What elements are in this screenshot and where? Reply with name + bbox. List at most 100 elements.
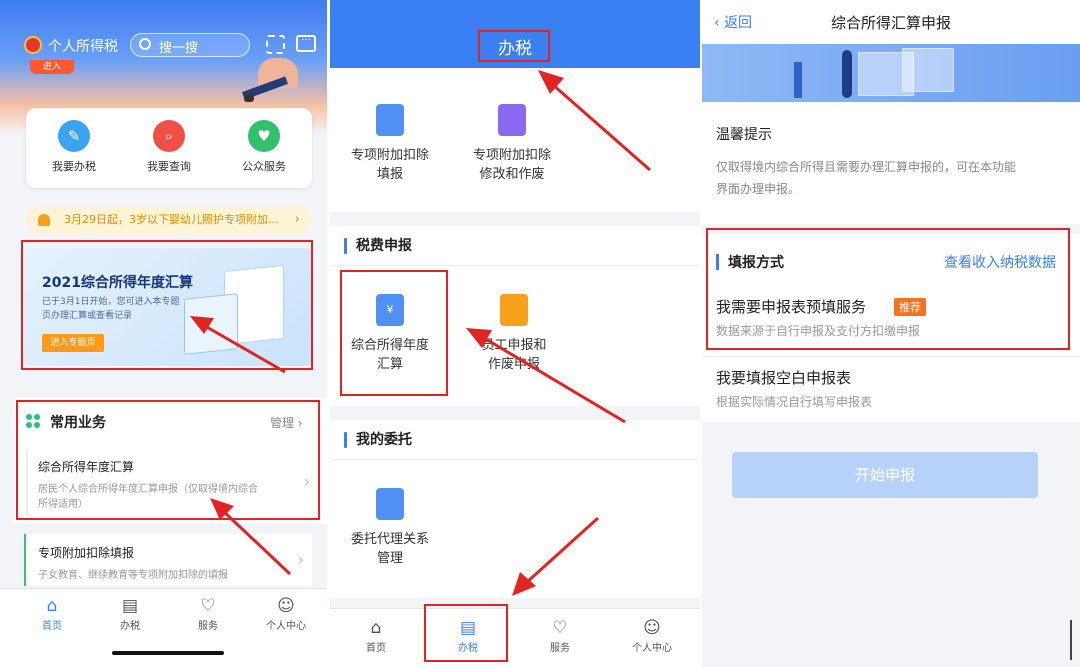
tab-label: 个人中心 (632, 643, 672, 654)
quick-action-service[interactable]: ♥ 公众服务 (224, 120, 304, 174)
tip-text: 界面办理申报。 (716, 182, 801, 196)
search-icon: ⌕ (153, 120, 185, 152)
section-title-label: 我的委托 (356, 432, 412, 448)
section-title-entrust: 我的委托 (330, 420, 700, 460)
tab-bar: ⌂ 首页 ▤ 办税 ♡ 服务 ☺ 个人中心 (0, 588, 327, 667)
quick-action-tax[interactable]: ✎ 我要办税 (34, 120, 114, 174)
grid-item-label: 员工申报和 (481, 338, 547, 353)
hero-enter-label: 进入 (42, 62, 61, 72)
home-screen: 个人所得税 搜一搜 ··· 进入 ✎ 我要办税 ⌕ 我要查询 ♥ 公众服务 3月… (0, 0, 327, 667)
status-bar-area (330, 0, 700, 20)
highlight-box (340, 270, 448, 396)
scan-icon[interactable] (266, 35, 285, 54)
search-box[interactable]: 搜一搜 (130, 33, 250, 57)
start-declaration-button[interactable]: 开始申报 (732, 452, 1038, 498)
chart-board-illustration (902, 48, 954, 92)
option-desc: 根据实际情况自行填写申报表 (716, 395, 873, 409)
option-title: 我要填报空白申报表 (716, 369, 852, 387)
bottom-area: 开始申报 (702, 422, 1080, 667)
user-icon: ☺ (277, 596, 295, 616)
document-edit-icon (376, 104, 404, 136)
tab-profile[interactable]: ☺ 个人中心 (612, 617, 692, 654)
tab-home[interactable]: ⌂ 首页 (12, 595, 92, 632)
heart-icon: ♡ (552, 618, 568, 638)
home-icon: ⌂ (370, 618, 382, 638)
header-illustration (702, 44, 1080, 102)
document-icon: ▤ (121, 596, 139, 616)
notice-text: 3月29日起，3岁以下婴幼儿照护专项附加... (64, 213, 279, 226)
plant-icon (794, 62, 802, 98)
section-title-label: 税费申报 (356, 238, 412, 254)
quick-actions-card: ✎ 我要办税 ⌕ 我要查询 ♥ 公众服务 (26, 108, 312, 188)
tab-label: 个人中心 (266, 621, 306, 632)
grid-item-label: 修改和作废 (479, 167, 545, 182)
tab-service[interactable]: ♡ 服务 (520, 617, 600, 654)
section-title-tax: 税费申报 (330, 226, 700, 266)
highlight-box (16, 400, 320, 520)
option-blank[interactable]: 我要填报空白申报表 根据实际情况自行填写申报表 (702, 356, 1080, 412)
grid-item-agency-management[interactable]: 委托代理关系 管理 (340, 488, 440, 568)
grid-item-employee-declare[interactable]: 员工申报和 作废申报 (464, 294, 564, 374)
quick-action-query[interactable]: ⌕ 我要查询 (129, 120, 209, 174)
page-title: 综合所得汇算申报 (830, 14, 951, 32)
page-edge-marker (1070, 620, 1076, 660)
grid-item-label: 专项附加扣除 (350, 148, 429, 163)
grid-item-label: 填报 (376, 167, 403, 182)
list-item-title: 专项附加扣除填报 (38, 546, 135, 560)
chevron-right-icon: › (297, 550, 304, 569)
highlight-box (706, 228, 1070, 350)
highlight-box (424, 604, 508, 662)
list-item-desc: 子女教育、继续教育等专项附加扣除的填报 (38, 570, 228, 581)
person-illustration (842, 50, 852, 98)
app-title: 个人所得税 (48, 39, 118, 55)
annual-settlement-screen: ‹ 返回 综合所得汇算申报 温馨提示 仅取得境内综合所得且需要办理汇算申报的，可… (702, 0, 1080, 667)
heart-icon: ♥ (248, 120, 280, 152)
hero-enter-button[interactable]: 进入 (30, 60, 74, 74)
section-gap (330, 406, 700, 420)
tab-label: 服务 (198, 621, 218, 632)
grid-item-label: 专项附加扣除 (472, 148, 551, 163)
grid-item-label: 委托代理关系 (350, 532, 429, 547)
search-placeholder: 搜一搜 (159, 41, 199, 56)
tab-label: 服务 (550, 643, 570, 654)
section-gap (330, 212, 700, 226)
tab-label: 办税 (120, 621, 140, 632)
tip-title: 温馨提示 (716, 127, 772, 143)
list-item[interactable]: 专项附加扣除填报 子女教育、继续教育等专项附加扣除的填报 › (24, 534, 312, 586)
grid-item-deduction-fill[interactable]: 专项附加扣除 填报 (340, 104, 440, 184)
tab-service[interactable]: ♡ 服务 (168, 595, 248, 632)
highlight-box (21, 240, 313, 370)
tip-section: 温馨提示 仅取得境内综合所得且需要办理汇算申报的，可在本功能 界面办理申报。 (702, 102, 1080, 224)
bell-icon (38, 214, 50, 226)
user-icon: ☺ (643, 618, 661, 638)
handshake-document-icon (376, 488, 404, 520)
quick-action-label: 我要办税 (52, 160, 96, 173)
search-icon (139, 38, 151, 50)
tab-label: 首页 (366, 643, 386, 654)
home-indicator (112, 651, 224, 655)
grid-item-label: 作废申报 (487, 357, 540, 372)
tax-emblem-icon (24, 36, 42, 54)
tab-home[interactable]: ⌂ 首页 (336, 617, 416, 654)
highlight-box (478, 30, 550, 62)
tax-screen: 办税 专项附加扣除 填报 专项附加扣除 修改和作废 税费申报 ¥ 综合所得年度 … (330, 0, 700, 667)
message-icon[interactable]: ··· (296, 35, 316, 52)
top-bar: 个人所得税 搜一搜 ··· (0, 30, 327, 60)
quick-action-label: 公众服务 (242, 160, 286, 173)
quick-action-label: 我要查询 (147, 160, 191, 173)
pen-icon: ✎ (58, 120, 90, 152)
hero-figure-illustration (238, 58, 308, 108)
chevron-right-icon: › (294, 212, 300, 227)
tab-label: 首页 (42, 621, 62, 632)
nav-bar: ‹ 返回 综合所得汇算申报 (702, 0, 1080, 44)
start-declaration-label: 开始申报 (854, 466, 915, 484)
notice-bar[interactable]: 3月29日起，3岁以下婴幼儿照护专项附加... › (26, 206, 312, 234)
tab-tax[interactable]: ▤ 办税 (90, 595, 170, 632)
document-cancel-icon (500, 294, 528, 326)
document-settings-icon (498, 104, 526, 136)
heart-icon: ♡ (200, 596, 216, 616)
home-icon: ⌂ (46, 596, 58, 616)
grid-item-deduction-modify[interactable]: 专项附加扣除 修改和作废 (462, 104, 562, 184)
grid-item-label: 管理 (376, 551, 403, 566)
tab-profile[interactable]: ☺ 个人中心 (246, 595, 326, 632)
